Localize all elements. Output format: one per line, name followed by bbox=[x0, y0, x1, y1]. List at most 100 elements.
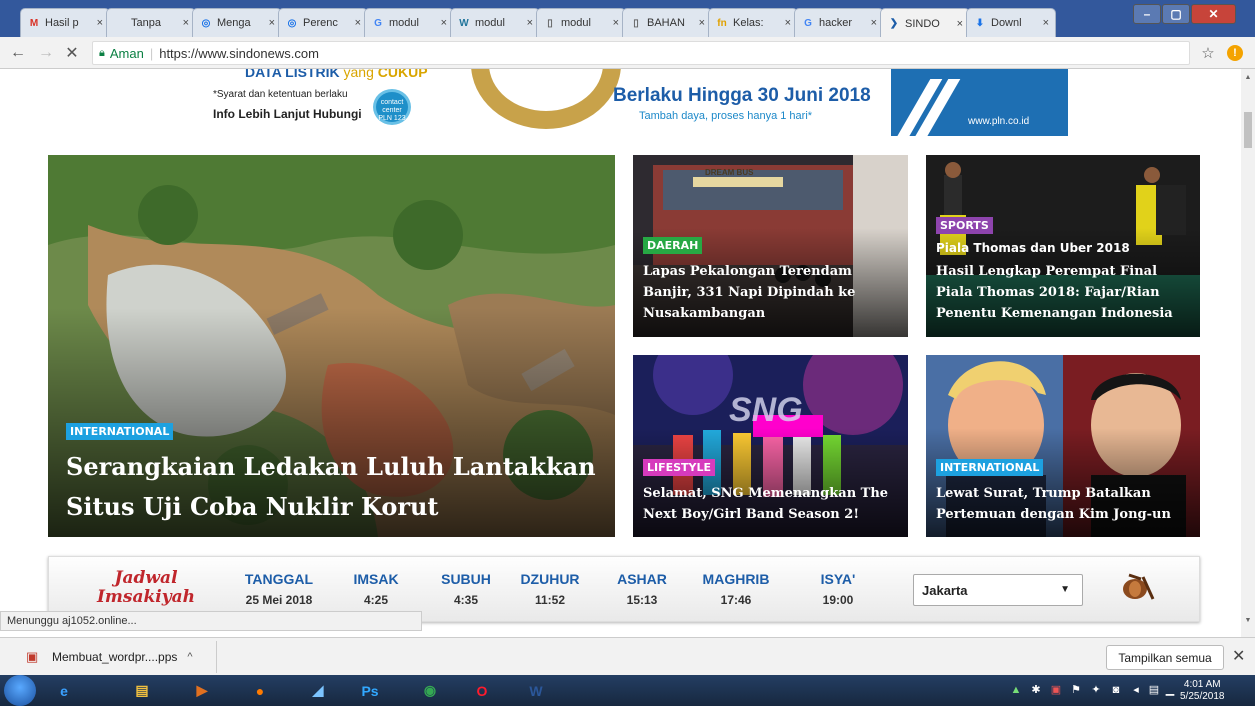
news-card-headline[interactable]: Hasil Lengkap Perempat Final Piala Thoma… bbox=[936, 261, 1173, 324]
secure-label: Aman bbox=[109, 45, 144, 61]
banner-headline: DATA LISTRIK yang CUKUP bbox=[245, 69, 428, 80]
prayer-time-header: IMSAK bbox=[353, 571, 399, 587]
back-button[interactable]: ← bbox=[8, 43, 28, 63]
prayer-time-value: 15:13 bbox=[626, 593, 658, 607]
category-badge[interactable]: DAERAH bbox=[643, 237, 703, 254]
browser-tab[interactable]: Tanpa × bbox=[106, 8, 196, 37]
explorer-icon[interactable]: ▤ bbox=[122, 677, 162, 704]
bluetooth-icon[interactable]: ✦ bbox=[1090, 684, 1102, 696]
browser-tab[interactable]: ◎ Perenc × bbox=[278, 8, 368, 37]
contact-center-logo: contact center PLN 123 bbox=[373, 89, 411, 125]
wordpress-icon: W bbox=[459, 17, 469, 29]
news-card-sports[interactable]: SPORTS Piala Thomas dan Uber 2018 Hasil … bbox=[926, 155, 1200, 337]
tray-app-icon[interactable]: ✱ bbox=[1030, 684, 1042, 696]
network-icon[interactable]: ▲ bbox=[1010, 684, 1022, 696]
browser-tab[interactable]: ▯ BAHAN × bbox=[622, 8, 712, 37]
signal-icon[interactable]: ▁ bbox=[1164, 684, 1176, 696]
close-tab-icon[interactable]: × bbox=[1043, 17, 1049, 29]
chrome-icon: ◎ bbox=[287, 17, 297, 29]
stop-button[interactable]: ✕ bbox=[62, 43, 82, 63]
bookmark-star-icon[interactable]: ☆ bbox=[1198, 43, 1218, 63]
chevron-up-icon[interactable]: ^ bbox=[187, 651, 192, 663]
close-window-button[interactable]: ✕ bbox=[1191, 4, 1236, 24]
jadwal-title-line: Imsakiyah bbox=[96, 587, 195, 607]
app-icon[interactable]: ◢ bbox=[298, 677, 338, 704]
pln-banner-ad[interactable]: DATA LISTRIK yang CUKUP *Syarat dan kete… bbox=[181, 69, 1068, 136]
close-tab-icon[interactable]: × bbox=[269, 17, 275, 29]
volume-icon[interactable]: ◂ bbox=[1130, 684, 1142, 696]
browser-tab[interactable]: fn Kelas: × bbox=[708, 8, 798, 37]
close-tab-icon[interactable]: × bbox=[785, 17, 791, 29]
minimize-button[interactable]: – bbox=[1133, 4, 1161, 24]
prayer-time-header: MAGHRIB bbox=[702, 571, 770, 587]
close-tab-icon[interactable]: × bbox=[183, 17, 189, 29]
banner-terms: *Syarat dan ketentuan berlaku bbox=[213, 89, 348, 100]
maximize-button[interactable]: ▢ bbox=[1162, 4, 1190, 24]
headline-line: Pertemuan dengan Kim Jong-un bbox=[936, 507, 1171, 522]
category-badge[interactable]: INTERNATIONAL bbox=[936, 459, 1044, 476]
browser-tab[interactable]: ⬇ Downl × bbox=[966, 8, 1056, 37]
news-card-kicker[interactable]: Piala Thomas dan Uber 2018 bbox=[936, 241, 1130, 255]
news-card-daerah[interactable]: DREAM BUS DAERAH Lapas Pekalongan Terend… bbox=[633, 155, 908, 337]
close-tab-icon[interactable]: × bbox=[871, 17, 877, 29]
city-select[interactable]: Jakarta ▼ bbox=[913, 574, 1083, 606]
photoshop-icon[interactable]: Ps bbox=[350, 677, 390, 704]
tab-label: Downl bbox=[991, 17, 1022, 29]
show-all-downloads-button[interactable]: Tampilkan semua bbox=[1106, 645, 1224, 670]
news-card-international[interactable]: INTERNATIONAL Lewat Surat, Trump Batalka… bbox=[926, 355, 1200, 537]
browser-tab[interactable]: M Hasil p × bbox=[20, 8, 110, 37]
extension-alert-icon[interactable]: ! bbox=[1227, 45, 1243, 61]
scrollbar-thumb[interactable] bbox=[1244, 112, 1252, 148]
close-tab-icon[interactable]: × bbox=[355, 17, 361, 29]
main-news-headline[interactable]: Serangkaian Ledakan Luluh Lantakkan Situ… bbox=[66, 447, 596, 527]
close-download-bar-icon[interactable]: ✕ bbox=[1232, 646, 1245, 666]
chrome-icon[interactable]: ◉ bbox=[410, 677, 450, 704]
tray-app-icon[interactable]: ▤ bbox=[1148, 684, 1160, 696]
main-news-card[interactable]: INTERNATIONAL Serangkaian Ledakan Luluh … bbox=[48, 155, 615, 537]
headline-line: Lewat Surat, Trump Batalkan bbox=[936, 486, 1151, 501]
start-button[interactable] bbox=[4, 675, 36, 706]
download-item[interactable]: ▣ Membuat_wordpr....pps ^ bbox=[8, 641, 217, 673]
forward-button[interactable]: → bbox=[36, 43, 56, 63]
tray-app-icon[interactable]: ▣ bbox=[1050, 684, 1062, 696]
news-card-headline[interactable]: Selamat, SNG Memenangkan The Next Boy/Gi… bbox=[643, 483, 888, 525]
tab-label: Kelas: bbox=[733, 17, 764, 29]
close-tab-icon[interactable]: × bbox=[441, 17, 447, 29]
close-tab-icon[interactable]: × bbox=[699, 17, 705, 29]
prayer-time-value: 4:35 bbox=[453, 593, 479, 607]
headline-line: Banjir, 331 Napi Dipindah ke bbox=[643, 285, 856, 300]
tray-app-icon[interactable]: ◙ bbox=[1110, 684, 1122, 696]
tab-label: SINDO bbox=[905, 17, 940, 30]
prayer-time-header: DZUHUR bbox=[520, 571, 580, 587]
category-badge[interactable]: LIFESTYLE bbox=[643, 459, 716, 476]
browser-tab[interactable]: ❯ SINDO × bbox=[880, 8, 970, 38]
scroll-down-arrow-icon[interactable]: ▼ bbox=[1243, 617, 1253, 624]
browser-tab[interactable]: Wmodul × bbox=[450, 8, 540, 37]
close-tab-icon[interactable]: × bbox=[527, 17, 533, 29]
close-tab-icon[interactable]: × bbox=[97, 17, 103, 29]
news-card-headline[interactable]: Lewat Surat, Trump Batalkan Pertemuan de… bbox=[936, 483, 1171, 525]
scroll-up-arrow-icon[interactable]: ▲ bbox=[1243, 74, 1253, 81]
close-tab-icon[interactable]: × bbox=[613, 17, 619, 29]
prayer-time-column: MAGHRIB 17:46 bbox=[699, 571, 773, 607]
category-badge[interactable]: SPORTS bbox=[936, 217, 993, 234]
word-icon[interactable]: W bbox=[516, 677, 556, 704]
browser-tab[interactable]: ▯ modul × bbox=[536, 8, 626, 37]
news-card-lifestyle[interactable]: SNG LIFESTYLE Selamat, SNG Memenangkan T… bbox=[633, 355, 908, 537]
tab-label: Hasil p bbox=[45, 17, 79, 29]
opera-icon[interactable]: O bbox=[462, 677, 502, 704]
category-badge[interactable]: INTERNATIONAL bbox=[66, 423, 174, 440]
page-scrollbar[interactable] bbox=[1241, 69, 1255, 637]
news-card-headline[interactable]: Lapas Pekalongan Terendam Banjir, 331 Na… bbox=[643, 261, 855, 324]
action-center-icon[interactable]: ⚑ bbox=[1070, 684, 1082, 696]
url-input[interactable]: 🔒︎ Aman | https://www.sindonews.com bbox=[92, 41, 1190, 65]
firefox-icon[interactable]: ● bbox=[240, 677, 280, 704]
taskbar-clock[interactable]: 4:01 AM 5/25/2018 bbox=[1180, 679, 1225, 703]
browser-tab[interactable]: Gmodul × bbox=[364, 8, 454, 37]
close-tab-icon[interactable]: × bbox=[957, 18, 963, 30]
browser-tab[interactable]: ◎ Menga × bbox=[192, 8, 282, 37]
headline-line: Piala Thomas 2018: Fajar/Rian bbox=[936, 285, 1160, 300]
media-player-icon[interactable]: ▶ bbox=[182, 677, 222, 704]
browser-tab[interactable]: Ghacker × bbox=[794, 8, 884, 37]
ie-icon[interactable]: e bbox=[44, 677, 84, 704]
